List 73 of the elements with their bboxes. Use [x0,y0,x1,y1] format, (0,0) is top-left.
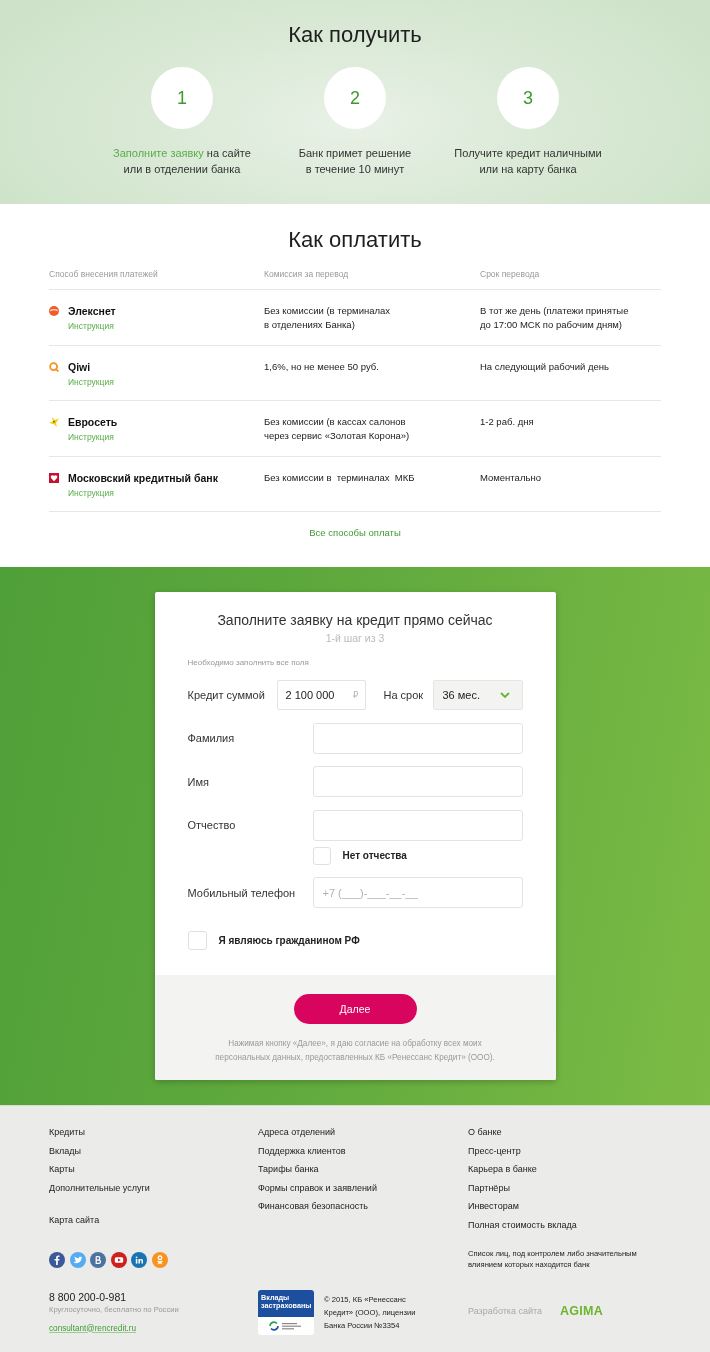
field-label: Фамилия [187,732,236,744]
text-input[interactable]: +7 (___)-___-__-__ [312,877,523,908]
transfer-term-cell: На следующий рабочий день [480,359,609,374]
text-input[interactable] [312,722,523,754]
next-button[interactable]: Далее [293,994,417,1024]
commission-cell: Без комиссии в терминалах МКБ [264,470,415,485]
commission-cell: 1,6%, но не менее 50 руб. [264,359,379,374]
amount-input[interactable]: 2 100 000 ₽ [276,680,366,710]
ball-logo-icon [49,306,59,316]
step-description: Банк примет решение в течение 10 минут [298,146,412,177]
checkbox-label: Нет отчества [342,850,407,861]
heart-logo-icon [49,472,59,483]
term-select[interactable]: 36 мес. [432,680,523,710]
text-input[interactable] [312,766,523,797]
field-label: Имя [187,775,210,788]
footer-link[interactable]: Поддержка клиентов [258,1141,346,1160]
transfer-term-cell: Моментально [480,470,541,485]
checkbox[interactable] [312,846,331,865]
column-header: Срок перевода [480,268,540,280]
payment-method-name: Qiwi [68,359,91,374]
footer-link[interactable]: Полная стоимость вклада [468,1215,577,1234]
checkbox[interactable] [187,931,207,950]
footer-link[interactable]: Кредиты [49,1123,85,1142]
field-label: Мобильный телефон [187,886,297,899]
payment-method-name: Московский кредитный банк [68,470,218,485]
youtube-icon[interactable] [110,1252,127,1268]
linkedin-icon[interactable] [131,1252,147,1268]
footer-link[interactable]: Карты [49,1160,75,1179]
field-label: На срок [383,689,425,701]
step-description: Заполните заявку на сайте или в отделении банка [113,146,251,177]
insurance-logo-icon [268,1319,304,1332]
footer-link[interactable]: Пресс-центр [468,1141,521,1160]
footer-link[interactable]: О банке [468,1123,502,1142]
footer-link[interactable]: Финансовая безопасность [258,1197,369,1216]
facebook-icon[interactable] [49,1252,65,1268]
consent-text: Нажимая кнопку «Далее», я даю согласие на обработку всех моих персональных данных, предоставленных КБ «Ренессанс Кредит» (ООО). [215,1038,495,1064]
footer-link[interactable]: Формы справок и заявлений [258,1178,377,1197]
step-number: 3 [497,67,559,129]
step-number: 2 [324,67,386,129]
vk-icon[interactable] [90,1252,106,1268]
transfer-term-cell: В тот же день (платежи принятые до 17:00 МСК по рабочим дням) [480,304,629,332]
column-header: Способ внесения платежей [49,268,158,280]
footer-link[interactable]: Вклады [49,1141,82,1160]
footer-link[interactable]: Партнёры [468,1178,510,1197]
form-step-indicator: 1-й шаг из 3 [324,631,386,646]
odnoklassniki-icon[interactable] [151,1252,168,1268]
payment-method-name: Евросеть [68,415,118,429]
text-input[interactable] [312,809,523,841]
footer-link[interactable]: Дополнительные услуги [49,1178,150,1197]
footer-link[interactable]: Тарифы банка [258,1160,319,1179]
form-note: Необходимо заполнить все поля [187,657,310,669]
step-number: 1 [151,67,213,129]
field-label: Кредит суммой [187,689,266,701]
field-label: Отчество [187,819,237,831]
transfer-term-cell: 1-2 раб. дня [480,415,534,429]
footer-link[interactable]: Адреса отделений [258,1123,336,1142]
section-title: Как получить [287,21,423,49]
payment-method-name: Элекснет [68,304,116,318]
section-title: Как оплатить [287,226,423,254]
star-logo-icon [49,417,59,427]
sitemap-link[interactable]: Карта сайта [49,1211,100,1230]
checkbox-label: Я являюсь гражданином РФ [218,935,360,946]
commission-cell: Без комиссии (в терминалах в отделениях Банка) [264,304,391,332]
all-payment-methods-link[interactable]: Все способы оплаты [309,526,401,540]
phone-number: 8 800 200-0-981 [49,1289,127,1304]
footer-link[interactable]: Карьера в банке [468,1160,537,1179]
column-header: Комиссия за перевод [264,268,349,280]
footer-link[interactable]: Инвесторам [468,1197,519,1216]
commission-cell: Без комиссии (в кассах салонов через сервис «Золотая Корона») [264,415,410,443]
form-title: Заполните заявку на кредит прямо сейчас [216,611,494,630]
step-description: Получите кредит наличными или на карту банка [454,146,602,177]
ring-logo-icon [49,361,59,372]
chevron-down-icon [499,692,510,698]
